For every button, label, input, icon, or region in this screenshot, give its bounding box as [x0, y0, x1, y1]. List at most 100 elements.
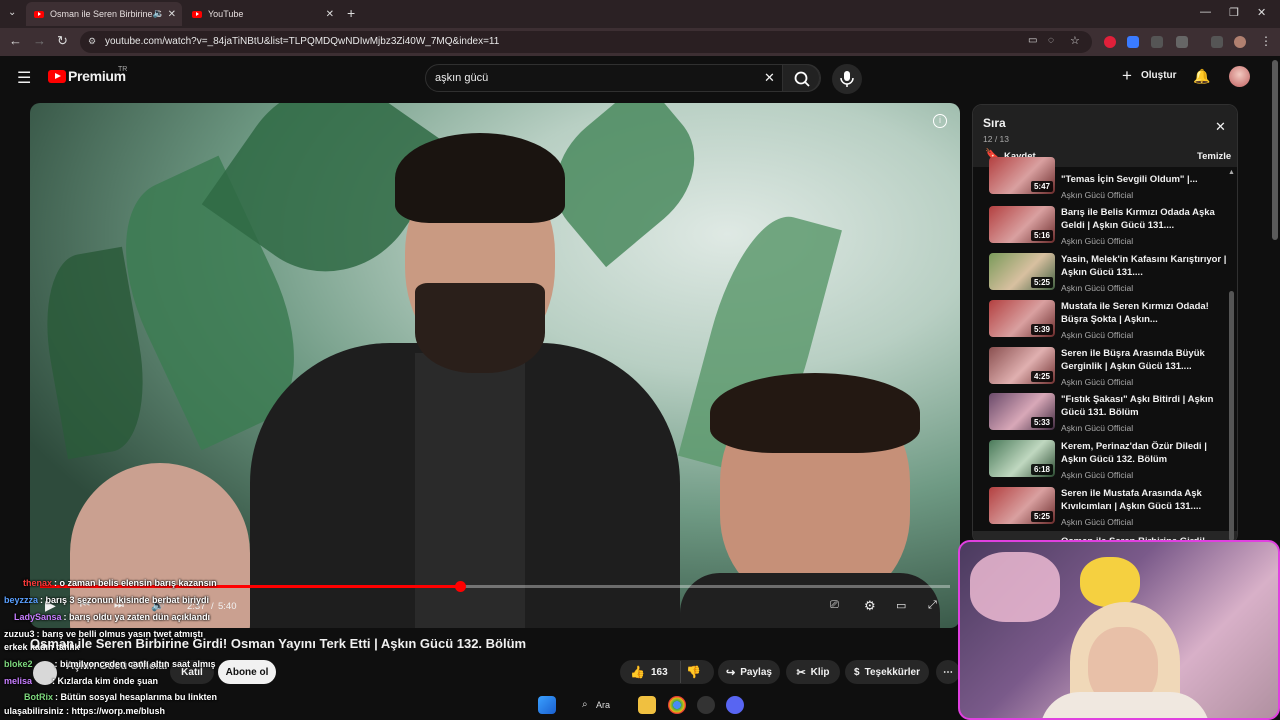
queue-item-title: Mustafa ile Seren Kırmızı Odada! Büşra Ş…	[1061, 301, 1209, 325]
create-button[interactable]: Oluştur	[1141, 70, 1177, 81]
app-icon[interactable]	[697, 696, 715, 714]
video-frame-person-beard	[415, 283, 545, 373]
chat-text: : barış 3 sezonun ikisinde berbat biriyd…	[40, 595, 210, 605]
reload-icon[interactable]: ↻	[57, 33, 68, 49]
video-player[interactable]: i ▶ ⏮ ⏭ 🔊 2:37 / 5:40 ⎚ ⚙ ▭ ⤢	[30, 103, 960, 628]
clear-button[interactable]: Temizle	[1197, 151, 1231, 162]
queue-item[interactable]: 5:25 Seren ile Mustafa Arasında Aşk Kıvı…	[989, 487, 1229, 531]
close-window-icon[interactable]: ✕	[1257, 6, 1266, 19]
chat-username: thenax	[23, 578, 53, 588]
browser-tab-bar: ⌄ Osman ile Seren Birbirine G 🔈 ✕ YouTub…	[0, 0, 1280, 28]
queue-item-title: "Fıstık Şakası" Aşkı Bitirdi | Aşkın Güc…	[1061, 394, 1214, 418]
close-tab-icon[interactable]: ✕	[168, 9, 176, 20]
chat-username: BotRix	[24, 692, 53, 702]
queue-scroll-thumb[interactable]	[1229, 291, 1234, 541]
more-actions-button[interactable]: ⋯	[936, 660, 960, 684]
reading-list-icon[interactable]	[1211, 36, 1223, 48]
hide-icon[interactable]: ◌	[1048, 35, 1054, 46]
cast-icon[interactable]: ▭	[1028, 35, 1037, 46]
microphone-icon	[840, 71, 854, 87]
chrome-icon[interactable]	[668, 696, 686, 714]
subscribe-button[interactable]: Abone ol	[218, 660, 276, 684]
queue-item-title: Yasin, Melek'in Kafasını Karıştırıyor | …	[1061, 254, 1227, 278]
audio-playing-icon[interactable]: 🔈	[153, 8, 164, 19]
chat-username: bloke2	[4, 659, 33, 669]
voice-search-button[interactable]	[832, 64, 862, 94]
profile-avatar-icon[interactable]	[1234, 36, 1246, 48]
discord-icon[interactable]	[726, 696, 744, 714]
windows-start-icon[interactable]	[538, 696, 556, 714]
browser-toolbar: ← → ↻ ⚙ youtube.com/watch?v=_84jaTiNBtU&…	[0, 28, 1280, 56]
search-input[interactable]: aşkın gücü	[435, 72, 488, 84]
theater-mode-icon[interactable]: ▭	[896, 599, 906, 612]
search-box[interactable]: aşkın gücü ✕	[425, 64, 821, 92]
fullscreen-icon[interactable]: ⤢	[928, 599, 937, 612]
site-info-icon[interactable]: ⚙	[88, 36, 96, 47]
queue-item[interactable]: 4:25 Seren ile Büşra Arasında Büyük Gerg…	[989, 347, 1229, 391]
address-bar[interactable]: ⚙ youtube.com/watch?v=_84jaTiNBtU&list=T…	[80, 31, 1092, 53]
scroll-up-icon[interactable]: ▲	[1228, 169, 1235, 176]
settings-gear-icon[interactable]: ⚙	[864, 598, 876, 614]
queue-item-channel: Aşkın Gücü Official	[1061, 283, 1134, 293]
queue-scrollbar[interactable]: ▲	[1228, 169, 1235, 541]
share-button[interactable]: ↪ Paylaş	[718, 660, 780, 684]
queue-item[interactable]: 5:16 Barış ile Belis Kırmızı Odada Aşka …	[989, 206, 1229, 250]
minimize-icon[interactable]: —	[1200, 6, 1211, 18]
tab-active[interactable]: Osman ile Seren Birbirine G 🔈 ✕	[26, 2, 182, 26]
duration-badge: 5:16	[1030, 230, 1053, 241]
queue-item[interactable]: 6:18 Kerem, Perinaz'dan Özür Diledi | Aş…	[989, 440, 1229, 484]
queue-item-channel: Aşkın Gücü Official	[1061, 423, 1134, 433]
extension-icon[interactable]	[1151, 36, 1163, 48]
queue-item[interactable]: 5:33 "Fıstık Şakası" Aşkı Bitirdi | Aşkı…	[989, 393, 1229, 437]
user-avatar[interactable]	[1229, 66, 1250, 87]
windows-taskbar: ⌕ Ara	[530, 692, 750, 718]
subtitles-icon[interactable]: ⎚	[830, 599, 839, 612]
queue-position: 12 / 13	[983, 134, 1009, 144]
hamburger-menu-icon[interactable]: ☰	[17, 68, 31, 88]
like-count[interactable]: 163	[651, 667, 668, 678]
thanks-button[interactable]: $ Teşekkürler	[845, 660, 929, 684]
video-thumbnail: 6:18	[989, 440, 1055, 477]
clip-button[interactable]: ✂ Klip	[786, 660, 840, 684]
taskbar-search-icon[interactable]: ⌕	[582, 699, 588, 710]
thanks-icon: $	[854, 666, 860, 678]
divider	[680, 661, 681, 683]
info-icon[interactable]: i	[933, 114, 947, 128]
queue-item[interactable]: 5:25 Yasin, Melek'in Kafasını Karıştırıy…	[989, 253, 1229, 297]
clear-search-icon[interactable]: ✕	[764, 70, 775, 86]
extension-red-icon[interactable]	[1104, 36, 1116, 48]
create-plus-icon[interactable]: +	[1122, 66, 1132, 86]
time-total: 5:40	[218, 601, 237, 612]
page-scrollbar[interactable]	[1272, 60, 1278, 240]
video-thumbnail: 5:33	[989, 393, 1055, 430]
extension-blue-icon[interactable]	[1127, 36, 1139, 48]
restore-icon[interactable]: ❐	[1229, 6, 1239, 19]
extensions-puzzle-icon[interactable]	[1176, 36, 1188, 48]
tab-list-icon[interactable]: ⌄	[8, 7, 16, 18]
tab-youtube[interactable]: YouTube ✕	[184, 2, 340, 26]
duration-badge: 4:25	[1030, 371, 1053, 382]
queue-item-title: Barış ile Belis Kırmızı Odada Aşka Geldi…	[1061, 207, 1215, 231]
file-explorer-icon[interactable]	[638, 696, 656, 714]
streamer-body	[1040, 692, 1210, 718]
queue-item[interactable]: 5:39 Mustafa ile Seren Kırmızı Odada! Bü…	[989, 300, 1229, 344]
dislike-icon[interactable]: 👎	[686, 665, 701, 679]
search-button[interactable]	[782, 64, 820, 92]
chat-username: melisa	[4, 676, 33, 686]
forward-icon[interactable]: →	[33, 33, 46, 48]
time-separator: /	[211, 601, 214, 612]
video-thumbnail: 5:25	[989, 253, 1055, 290]
notifications-bell-icon[interactable]: 🔔	[1193, 68, 1210, 85]
like-icon[interactable]: 👍	[630, 665, 645, 679]
close-queue-icon[interactable]: ✕	[1215, 119, 1226, 135]
new-tab-icon[interactable]: +	[347, 5, 355, 21]
youtube-logo-icon[interactable]	[48, 70, 66, 83]
bookmark-star-icon[interactable]: ☆	[1070, 34, 1080, 47]
close-tab-icon[interactable]: ✕	[326, 9, 334, 20]
taskbar-search-label[interactable]: Ara	[596, 700, 610, 710]
back-icon[interactable]: ←	[9, 33, 22, 48]
queue-item-title: Kerem, Perinaz'dan Özür Diledi | Aşkın G…	[1061, 441, 1207, 465]
country-badge: TR	[118, 66, 128, 73]
queue-item[interactable]: 5:47 "Temas İçin Sevgili Oldum" |... Aşk…	[989, 157, 1229, 211]
browser-menu-icon[interactable]: ⋮	[1260, 34, 1272, 48]
